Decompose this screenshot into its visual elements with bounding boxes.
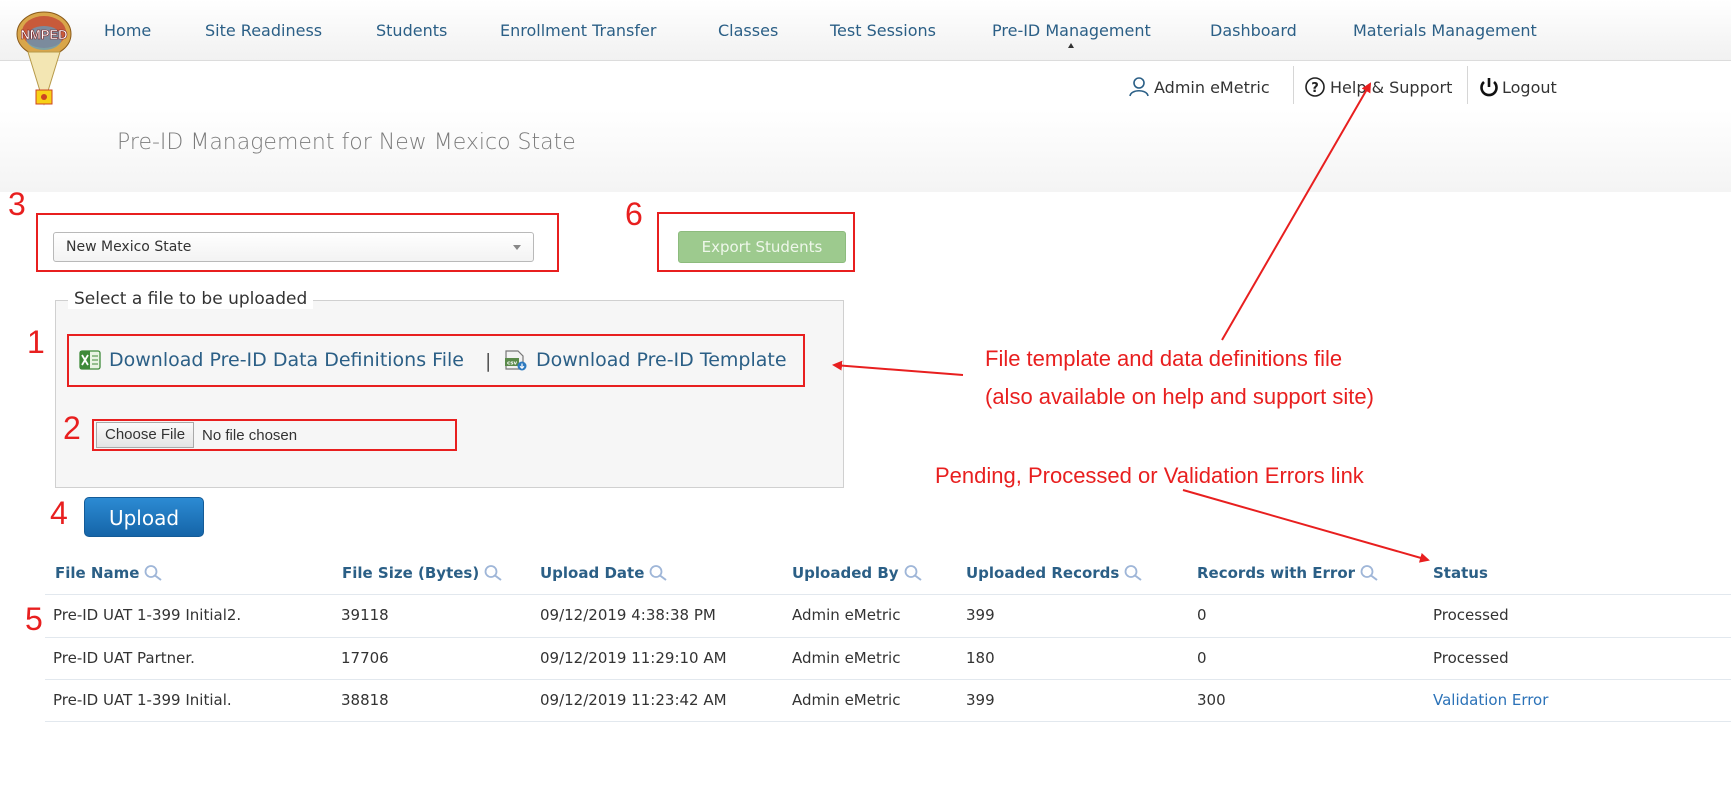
arrow-to-help — [1221, 82, 1372, 341]
annotation-arrows — [832, 82, 1430, 563]
arrow-to-status — [1182, 489, 1430, 563]
arrow-to-downloads — [832, 360, 964, 376]
